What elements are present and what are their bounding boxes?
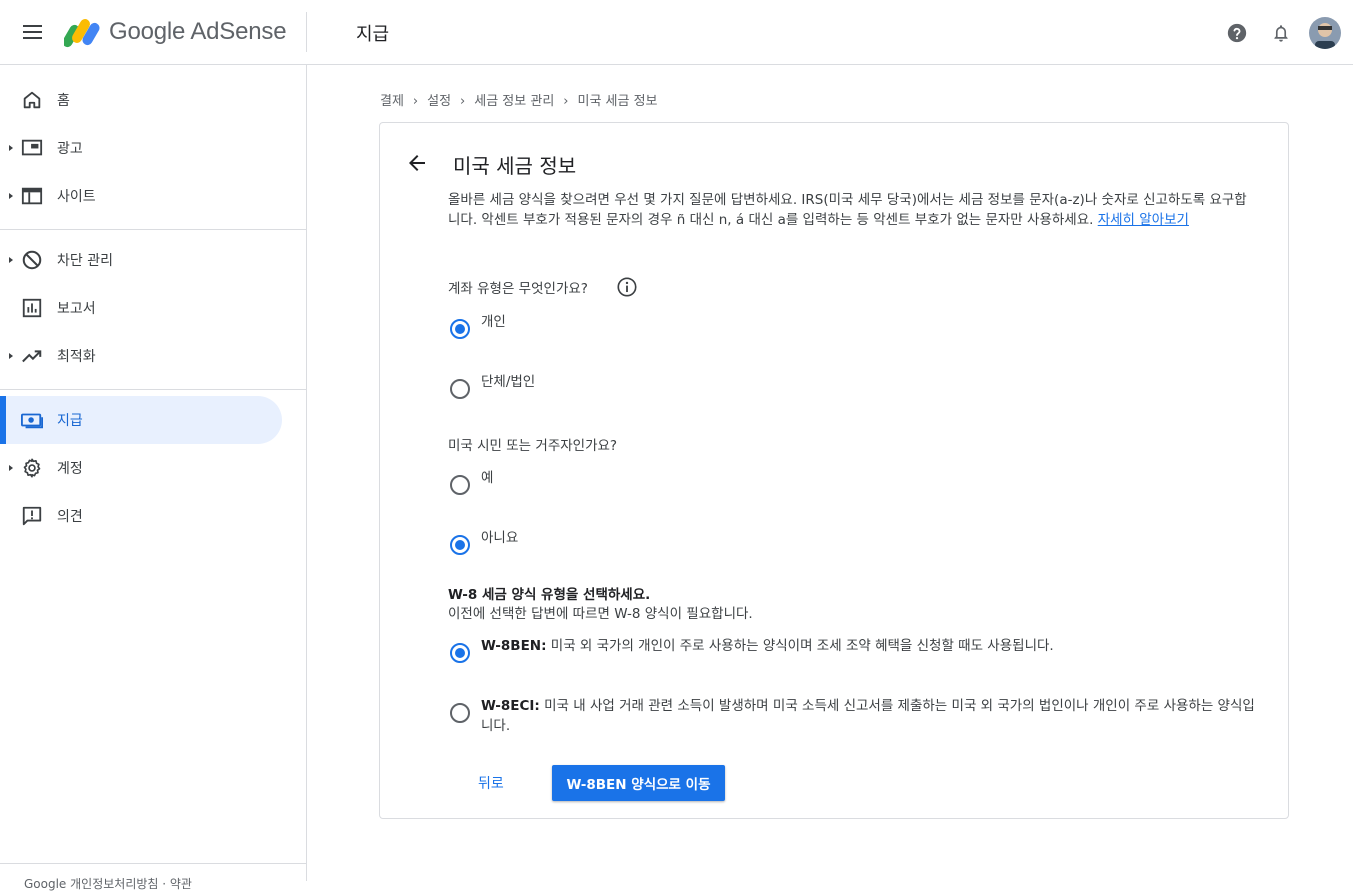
- w8-form-question: W-8 세금 양식 유형을 선택하세요.: [448, 587, 651, 603]
- chevron-right-icon: ›: [412, 94, 419, 109]
- radio-button[interactable]: [450, 535, 470, 555]
- sidebar-item-home[interactable]: 홈: [0, 76, 282, 124]
- form-description: 미국 외 국가의 개인이 주로 사용하는 양식이며 조세 조약 혜택을 신청할 …: [546, 638, 1054, 654]
- sidebar-item-label: 최적화: [57, 349, 96, 365]
- help-icon[interactable]: [1226, 22, 1248, 44]
- payments-icon: [21, 413, 43, 429]
- expand-caret-icon[interactable]: [9, 257, 13, 263]
- sidebar-item-label: 홈: [57, 93, 70, 109]
- adsense-logo-icon: [64, 19, 100, 48]
- radio-label: 단체/법인: [481, 374, 536, 390]
- radio-button[interactable]: [450, 643, 470, 663]
- sidebar-item-label: 의견: [57, 509, 83, 525]
- form-code: W-8BEN:: [481, 638, 547, 654]
- header-divider: [306, 12, 307, 52]
- radio-label: 개인: [481, 314, 506, 330]
- home-icon: [23, 91, 41, 109]
- go-to-w8ben-button[interactable]: W-8BEN 양식으로 이동: [552, 765, 725, 801]
- avatar[interactable]: [1309, 17, 1341, 49]
- nav-divider: [0, 389, 306, 390]
- expand-caret-icon[interactable]: [9, 465, 13, 471]
- top-app-bar: Google AdSense 지급: [0, 0, 1353, 65]
- radio-label: 예: [481, 470, 494, 486]
- radio-label: 아니요: [481, 530, 519, 546]
- menu-icon[interactable]: [22, 21, 44, 43]
- account-type-question: 계좌 유형은 무엇인가요?: [448, 281, 588, 297]
- radio-label: W-8BEN: 미국 외 국가의 개인이 주로 사용하는 양식이며 조세 조약 …: [481, 636, 1054, 656]
- sidebar-footer-divider: [0, 863, 306, 864]
- trending-icon: [22, 350, 42, 363]
- sidebar-nav: 홈 광고 사이트 차단 관리 보고서 최적화 지급 계정 의견 Google 개…: [0, 65, 307, 891]
- sidebar-item-reports[interactable]: 보고서: [0, 284, 282, 332]
- nav-divider: [0, 229, 306, 230]
- radio-button[interactable]: [450, 703, 470, 723]
- breadcrumb-item[interactable]: 세금 정보 관리: [474, 94, 554, 109]
- breadcrumb-current: 미국 세금 정보: [577, 94, 658, 109]
- breadcrumb-item[interactable]: 결제: [380, 94, 404, 109]
- expand-caret-icon[interactable]: [9, 145, 13, 151]
- sidebar-item-label: 사이트: [57, 189, 96, 205]
- expand-caret-icon[interactable]: [9, 353, 13, 359]
- reports-icon: [22, 298, 42, 318]
- form-description: 미국 내 사업 거래 관련 소득이 발생하며 미국 소득세 신고서를 제출하는 …: [481, 698, 1255, 734]
- card-title: 미국 세금 정보: [453, 154, 577, 178]
- brand-name: Google AdSense: [109, 18, 287, 45]
- sidebar-item-account[interactable]: 계정: [0, 444, 282, 492]
- page-title: 지급: [356, 24, 390, 45]
- sidebar-item-label: 보고서: [57, 301, 96, 317]
- sidebar-item-label: 광고: [57, 141, 83, 157]
- sidebar-item-label: 지급: [57, 413, 83, 429]
- sidebar-item-ads[interactable]: 광고: [0, 124, 282, 172]
- sidebar-footer[interactable]: Google 개인정보처리방침 · 약관: [24, 875, 192, 892]
- form-code: W-8ECI:: [481, 698, 540, 714]
- sidebar-item-feedback[interactable]: 의견: [0, 492, 282, 540]
- back-arrow-icon[interactable]: [405, 151, 429, 175]
- sidebar-item-blocking[interactable]: 차단 관리: [0, 236, 282, 284]
- ads-icon: [21, 139, 43, 156]
- radio-button[interactable]: [450, 379, 470, 399]
- info-icon[interactable]: [616, 276, 638, 298]
- radio-label: W-8ECI: 미국 내 사업 거래 관련 소득이 발생하며 미국 소득세 신고…: [481, 696, 1261, 736]
- back-button[interactable]: 뒤로: [462, 766, 520, 802]
- radio-button[interactable]: [450, 319, 470, 339]
- breadcrumb: 결제 › 설정 › 세금 정보 관리 › 미국 세금 정보: [380, 90, 658, 109]
- notifications-icon[interactable]: [1270, 22, 1292, 44]
- feedback-icon: [22, 506, 42, 526]
- learn-more-link[interactable]: 자세히 알아보기: [1098, 212, 1189, 228]
- sidebar-item-optimization[interactable]: 최적화: [0, 332, 282, 380]
- gear-icon: [23, 458, 41, 478]
- breadcrumb-item[interactable]: 설정: [427, 94, 451, 109]
- w8-form-subtext: 이전에 선택한 답변에 따르면 W-8 양식이 필요합니다.: [448, 606, 753, 622]
- intro-text: 올바른 세금 양식을 찾으려면 우선 몇 가지 질문에 답변하세요. IRS(미…: [448, 190, 1256, 230]
- sidebar-item-sites[interactable]: 사이트: [0, 172, 282, 220]
- radio-button[interactable]: [450, 475, 470, 495]
- us-citizen-question: 미국 시민 또는 거주자인가요?: [448, 438, 618, 454]
- sidebar-item-payments[interactable]: 지급: [0, 396, 282, 444]
- sidebar-item-label: 계정: [57, 461, 83, 477]
- expand-caret-icon[interactable]: [9, 193, 13, 199]
- block-icon: [22, 250, 42, 270]
- chevron-right-icon: ›: [460, 94, 466, 109]
- sites-icon: [21, 187, 43, 205]
- chevron-right-icon: ›: [563, 94, 569, 109]
- tax-info-card: 미국 세금 정보 올바른 세금 양식을 찾으려면 우선 몇 가지 질문에 답변하…: [379, 122, 1289, 819]
- sidebar-item-label: 차단 관리: [57, 253, 113, 269]
